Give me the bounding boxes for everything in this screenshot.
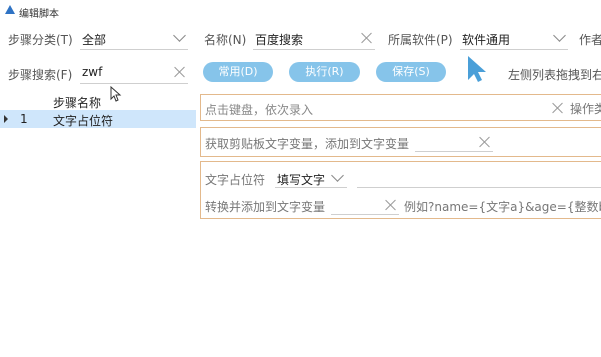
convert-label: 转换并添加到文字变量 (205, 200, 326, 214)
author-label: 作者 (579, 33, 601, 47)
title-bar (0, 0, 601, 22)
name-field[interactable]: 百度搜索 (253, 28, 375, 50)
drag-hint: 左侧列表拖拽到右 (508, 68, 601, 82)
name-value: 百度搜索 (255, 33, 304, 47)
software-select[interactable]: 软件通用 (460, 28, 568, 50)
name-label: 名称(N) (204, 33, 247, 47)
category-select[interactable]: 全部 (80, 28, 188, 50)
category-value: 全部 (82, 33, 107, 47)
placeholder-text-underline (357, 187, 601, 188)
keyboard-input-placeholder[interactable]: 点击键盘，依次录入 (205, 101, 313, 118)
step-search-value: zwf (82, 65, 103, 79)
clear-keyboard-icon[interactable] (552, 102, 564, 114)
step-search-label: 步骤搜索(F) (8, 68, 73, 82)
software-label: 所属软件(P) (388, 33, 453, 47)
chevron-down-icon (553, 29, 566, 42)
row-number: 1 (20, 112, 28, 126)
clipboard-variable-input[interactable] (415, 132, 493, 152)
app-logo-icon (5, 5, 15, 14)
chevron-down-icon (331, 169, 344, 182)
underline (331, 214, 399, 215)
pointer-cursor-icon (468, 56, 486, 82)
mouse-cursor-icon (110, 86, 122, 102)
convert-variable-input[interactable] (331, 195, 399, 215)
operation-label: 操作类 (570, 102, 601, 116)
underline (415, 151, 493, 152)
save-button[interactable]: 保存(S) (376, 62, 446, 82)
clear-name-icon[interactable] (361, 32, 373, 44)
software-value: 软件通用 (462, 33, 511, 47)
clear-convert-icon[interactable] (385, 199, 397, 211)
step-search-input[interactable]: zwf (80, 62, 188, 84)
window-title: 编辑脚本 (19, 9, 59, 20)
underline (460, 49, 568, 50)
row-step-name: 文字占位符 (53, 114, 114, 128)
clipboard-label: 获取剪贴板文字变量，添加到文字变量 (205, 137, 410, 151)
current-row-icon (4, 115, 8, 123)
common-button[interactable]: 常用(D) (203, 62, 273, 82)
clear-clipboard-icon[interactable] (479, 136, 491, 148)
keyboard-step-panel: 点击键盘，依次录入 操作类 (200, 94, 601, 121)
underline (80, 49, 188, 50)
placeholder-label: 文字占位符 (205, 173, 266, 187)
placeholder-mode-select[interactable]: 填写文字 (275, 167, 347, 188)
placeholder-mode-value: 填写文字 (277, 173, 326, 187)
category-label: 步骤分类(T) (8, 33, 73, 47)
underline (253, 49, 375, 50)
text-placeholder-panel: 文字占位符 填写文字 转换并添加到文字变量 例如?name={文字a}&age=… (200, 161, 601, 219)
clear-search-icon[interactable] (174, 66, 186, 78)
clipboard-step-panel: 获取剪贴板文字变量，添加到文字变量 (200, 127, 601, 157)
underline (275, 187, 347, 188)
example-hint: 例如?name={文字a}&age={整数b} (404, 200, 601, 214)
run-button[interactable]: 执行(R) (289, 62, 360, 82)
step-name-column-header: 步骤名称 (53, 96, 102, 110)
underline (80, 83, 188, 84)
chevron-down-icon (173, 29, 186, 42)
